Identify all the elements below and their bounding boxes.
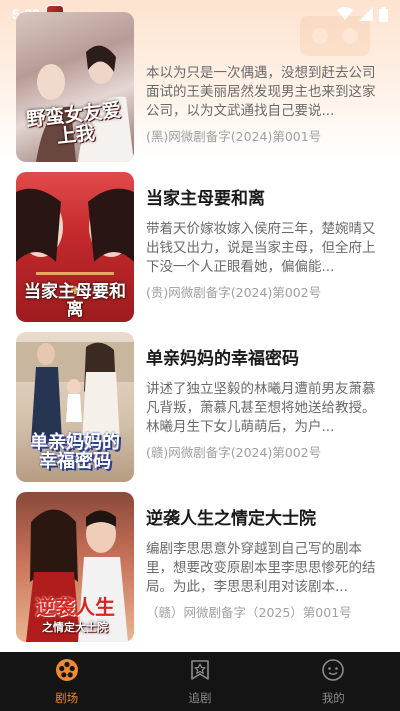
drama-description: 讲述了独立坚毅的林曦月遭前男友萧慕凡背叛，萧慕凡甚至想将她送给教授。林曦月生下女…: [146, 381, 376, 435]
drama-registration: （赣）网微剧备字（2025）第001号: [146, 605, 352, 620]
drama-poster[interactable]: 单亲妈妈的幸福密码: [16, 332, 134, 482]
drama-poster[interactable]: 野蛮女友爱上我: [16, 12, 134, 162]
face-profile-icon: [321, 658, 345, 686]
drama-title: 当家主母要和离: [146, 189, 265, 209]
drama-registration: (贵)网微剧备字(2024)第002号: [146, 285, 322, 300]
poster-subtitle: 之情定大士院: [42, 621, 108, 635]
tab-theater[interactable]: 剧场: [0, 652, 133, 711]
tab-label: 我的: [321, 690, 345, 705]
drama-info: 本以为只是一次偶遇，没想到赶去公司面试的王美丽居然发现男主也来到这家公司，以为文…: [146, 12, 386, 145]
drama-registration: (黑)网微剧备字(2024)第001号: [146, 129, 322, 144]
tab-label: 追剧: [188, 690, 212, 705]
film-reel-icon: [55, 658, 79, 686]
drama-description: 带着天价嫁妆嫁入侯府三年，楚婉晴又出钱又出力，说是当家主母，但全府上下没一个人正…: [146, 221, 376, 275]
drama-card[interactable]: 当家主母要和离 当家主母要和离 带着天价嫁妆嫁入侯府三年，楚婉晴又出钱又出力，说…: [16, 172, 386, 322]
drama-title: 单亲妈妈的幸福密码: [146, 349, 299, 369]
tab-label: 剧场: [55, 690, 79, 705]
drama-description: 本以为只是一次偶遇，没想到赶去公司面试的王美丽居然发现男主也来到这家公司，以为文…: [146, 65, 376, 119]
poster-art: [26, 509, 128, 642]
tab-profile[interactable]: 我的: [267, 652, 400, 711]
drama-info: 单亲妈妈的幸福密码 讲述了独立坚毅的林曦月遭前男友萧慕凡背叛，萧慕凡甚至想将她送…: [146, 332, 386, 461]
drama-registration: (赣)网微剧备字(2024)第002号: [146, 445, 322, 460]
drama-info: 当家主母要和离 带着天价嫁妆嫁入侯府三年，楚婉晴又出钱又出力，说是当家主母，但全…: [146, 172, 386, 301]
drama-title: 逆袭人生之情定大士院: [146, 509, 316, 529]
drama-card[interactable]: 单亲妈妈的幸福密码 单亲妈妈的幸福密码 讲述了独立坚毅的林曦月遭前男友萧慕凡背叛…: [16, 332, 386, 482]
poster-title: 当家主母要和离: [24, 282, 126, 321]
drama-poster[interactable]: 逆袭人生 之情定大士院: [16, 492, 134, 642]
drama-card[interactable]: 野蛮女友爱上我 本以为只是一次偶遇，没想到赶去公司面试的王美丽居然发现男主也来到…: [16, 12, 386, 162]
poster-title: 逆袭人生: [35, 595, 115, 619]
tab-following[interactable]: 追剧: [133, 652, 266, 711]
drama-description: 编剧李思思意外穿越到自己写的剧本里，想要改变原剧本里李思思惨死的结局。为此，李思…: [146, 541, 376, 595]
drama-poster[interactable]: 当家主母要和离: [16, 172, 134, 322]
drama-info: 逆袭人生之情定大士院 编剧李思思意外穿越到自己写的剧本里，想要改变原剧本里李思思…: [146, 492, 386, 621]
app-screen: 5:39 野蛮: [0, 0, 400, 711]
poster-title: 单亲妈妈的幸福密码: [30, 432, 120, 473]
star-bookmark-icon: [188, 658, 212, 686]
bottom-tab-bar: 剧场 追剧 我的: [0, 652, 400, 711]
drama-card[interactable]: 逆袭人生 之情定大士院 逆袭人生之情定大士院 编剧李思思意外穿越到自己写的剧本里…: [16, 492, 386, 642]
